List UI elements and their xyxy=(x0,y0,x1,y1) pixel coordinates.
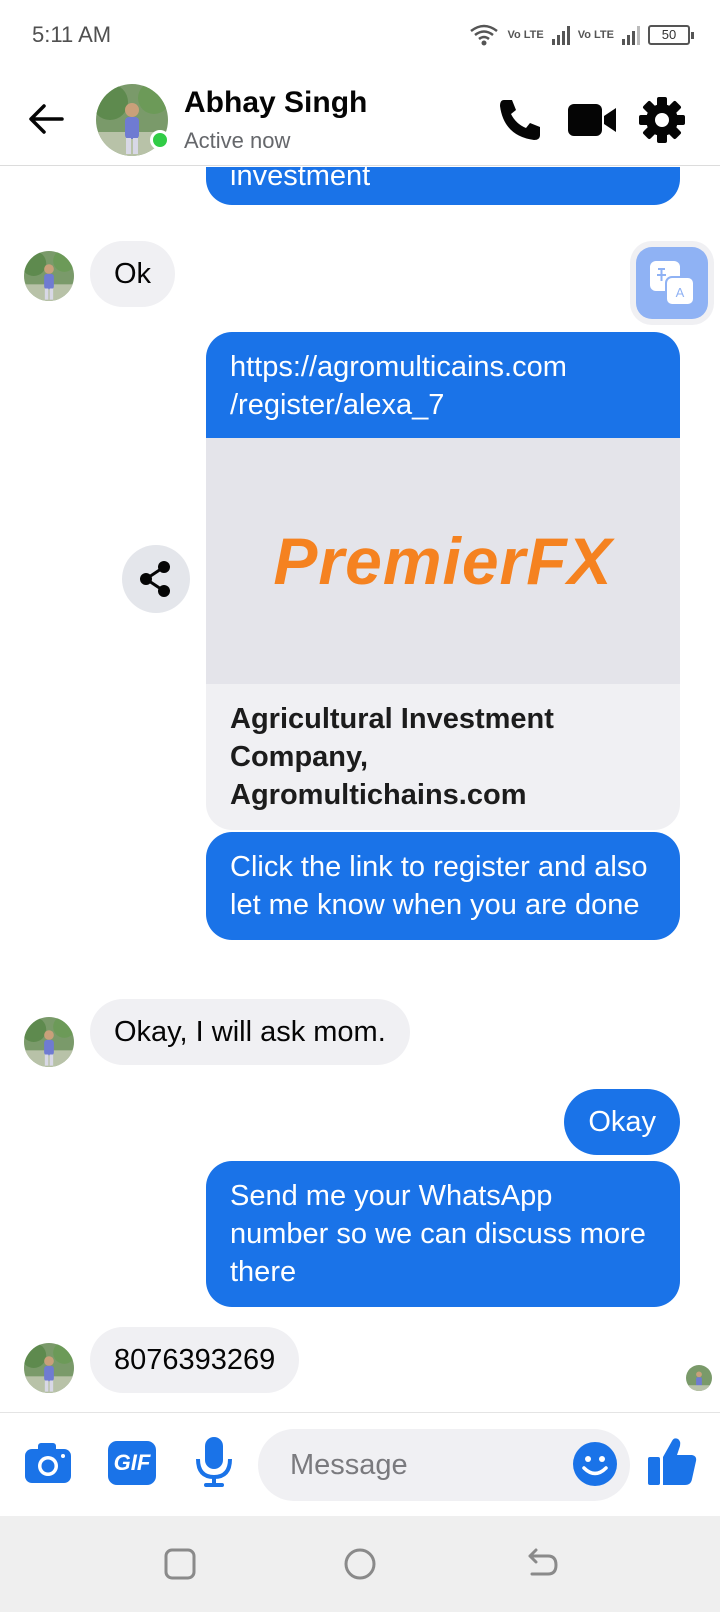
volte-badge: Vo LTE xyxy=(507,29,544,41)
translate-icon: A xyxy=(650,261,695,306)
phone-icon[interactable] xyxy=(494,96,546,144)
back-arrow-icon[interactable] xyxy=(24,96,70,142)
volte-badge-2: Vo LTE xyxy=(577,29,614,41)
svg-text:A: A xyxy=(676,285,685,300)
message-bubble-outgoing[interactable]: investment xyxy=(206,167,680,205)
message-bubble-outgoing[interactable]: Send me your WhatsApp number so we can d… xyxy=(206,1161,680,1307)
message-composer: GIF xyxy=(0,1412,720,1516)
battery-icon: 50 xyxy=(648,25,694,45)
video-call-icon[interactable] xyxy=(566,96,618,144)
contact-status: Active now xyxy=(184,128,291,153)
conversation-header: Abhay Singh Active now xyxy=(0,72,720,166)
link-preview-card[interactable]: https://agromulticains.com /register/ale… xyxy=(206,332,680,830)
share-icon xyxy=(140,561,170,597)
message-bubble-incoming[interactable]: Ok xyxy=(90,241,176,307)
gif-button[interactable]: GIF xyxy=(108,1441,156,1485)
back-icon[interactable] xyxy=(520,1544,560,1584)
translate-button[interactable]: A xyxy=(636,247,708,319)
link-preview-image[interactable]: PremierFX xyxy=(206,438,680,684)
read-receipt-avatar xyxy=(686,1365,712,1391)
message-bubble-incoming[interactable]: Okay, I will ask mom. xyxy=(90,999,410,1065)
camera-icon[interactable] xyxy=(24,1441,72,1485)
sender-avatar[interactable] xyxy=(24,1017,74,1067)
sender-avatar[interactable] xyxy=(24,1343,74,1393)
message-bubble-outgoing[interactable]: Okay xyxy=(564,1089,680,1155)
message-bubble-outgoing[interactable]: Click the link to register and also let … xyxy=(206,832,680,940)
emoji-icon[interactable] xyxy=(572,1441,618,1487)
sender-avatar[interactable] xyxy=(24,251,74,301)
contact-name[interactable]: Abhay Singh xyxy=(184,86,367,120)
link-url[interactable]: https://agromulticains.com /register/ale… xyxy=(206,332,680,438)
signal-icon xyxy=(551,25,570,45)
system-navigation-bar xyxy=(0,1516,720,1612)
online-indicator xyxy=(150,130,170,150)
home-icon[interactable] xyxy=(340,1544,380,1584)
message-list[interactable]: investment Ok A https://agromulticains.c… xyxy=(0,167,720,1412)
signal-icon-2 xyxy=(622,25,640,45)
message-bubble-incoming[interactable]: 8076393269 xyxy=(90,1327,300,1393)
status-time: 5:11 AM xyxy=(32,22,112,47)
thumbs-up-icon[interactable] xyxy=(646,1435,698,1487)
link-title[interactable]: Agricultural Investment Company, Agromul… xyxy=(206,684,680,830)
brand-logo: PremierFX xyxy=(273,524,613,598)
status-bar: 5:11 AM Vo LTE Vo LTE 50 xyxy=(0,0,720,72)
recents-icon[interactable] xyxy=(160,1544,200,1584)
gear-icon[interactable] xyxy=(636,96,688,144)
microphone-icon[interactable] xyxy=(194,1435,234,1489)
wifi-icon xyxy=(470,24,499,46)
status-icons: Vo LTE Vo LTE 50 xyxy=(469,20,694,50)
share-button[interactable] xyxy=(122,545,190,613)
